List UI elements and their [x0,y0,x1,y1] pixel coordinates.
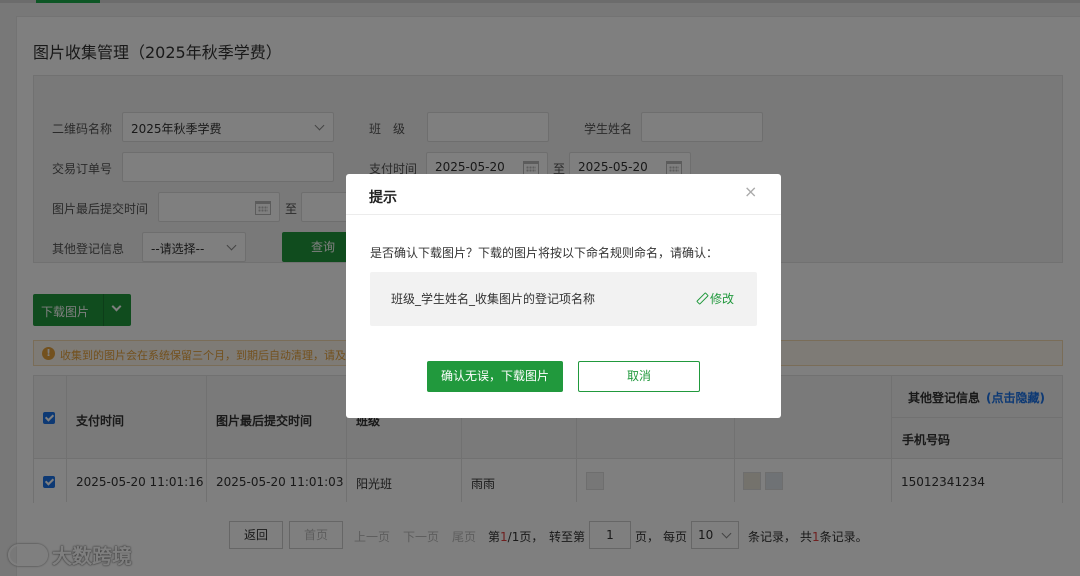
close-icon[interactable]: × [744,182,757,201]
dialog-title: 提示 [369,190,397,206]
dialog-divider [346,214,781,215]
naming-rule-box: 班级_学生姓名_收集图片的登记项名称 修改 [370,272,757,326]
edit-label: 修改 [710,292,735,306]
edit-naming-rule-link[interactable]: 修改 [696,290,734,307]
pencil-icon [696,293,707,304]
cancel-button[interactable]: 取消 [578,361,700,392]
dialog-message: 是否确认下载图片？下载的图片将按以下命名规则命名，请确认： [370,246,719,260]
naming-rule-text: 班级_学生姓名_收集图片的登记项名称 [391,292,596,306]
confirm-download-dialog: 提示 × 是否确认下载图片？下载的图片将按以下命名规则命名，请确认： 班级_学生… [346,174,781,418]
confirm-download-button[interactable]: 确认无误，下载图片 [427,361,563,392]
